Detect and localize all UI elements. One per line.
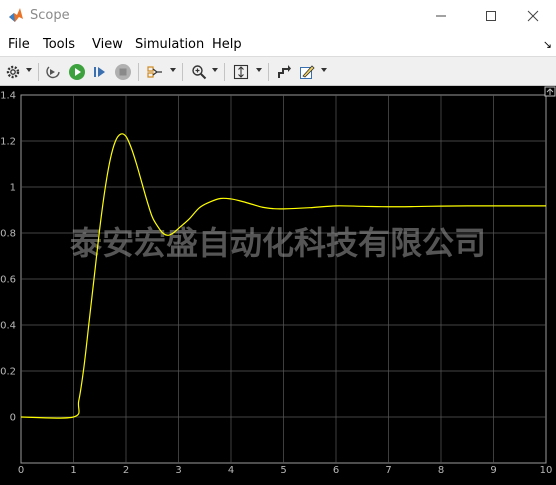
x-tick-label: 10 [540, 465, 553, 476]
toolbar-separator [182, 63, 183, 81]
minimize-button[interactable] [418, 0, 464, 32]
toolbar-separator [268, 63, 269, 81]
minimize-icon [436, 15, 446, 17]
settings-button[interactable] [4, 63, 22, 81]
highlight-block-button[interactable] [275, 63, 293, 81]
toolbar-separator [38, 63, 39, 81]
watermark-text: 泰安宏盛自动化科技有限公司 [70, 224, 486, 262]
step-back-button[interactable] [45, 63, 63, 81]
toolbar [0, 56, 556, 86]
run-icon [69, 64, 85, 80]
x-tick-label: 8 [438, 465, 444, 476]
style-dropdown-icon[interactable] [321, 68, 327, 72]
y-tick-label: 0.8 [0, 229, 16, 240]
step-back-icon [46, 66, 60, 79]
x-tick-label: 1 [70, 465, 76, 476]
x-tick-label: 2 [123, 465, 129, 476]
x-tick-labels: 0 1 2 3 4 5 6 7 8 9 10 [18, 465, 553, 476]
matlab-logo-icon [9, 8, 23, 22]
menu-simulation[interactable]: Simulation [135, 37, 204, 52]
x-tick-label: 9 [490, 465, 496, 476]
autoscale-dropdown-icon[interactable] [256, 68, 262, 72]
window-title: Scope [30, 8, 70, 23]
menu-tools[interactable]: Tools [43, 37, 75, 52]
zoom-icon [192, 65, 207, 80]
close-button[interactable] [510, 0, 556, 32]
signal-selector-button[interactable] [146, 63, 164, 81]
x-tick-label: 0 [18, 465, 24, 476]
x-tick-label: 5 [280, 465, 286, 476]
x-tick-label: 7 [385, 465, 391, 476]
autoscale-button[interactable] [232, 63, 250, 81]
scope-plot-area[interactable]: 0 0.2 0.4 0.6 0.8 1 1.2 1.4 0 1 2 3 4 5 6 7 8 9 10 泰安宏盛自动… [0, 86, 556, 481]
step-forward-icon [94, 67, 105, 77]
highlight-block-icon [278, 65, 291, 78]
close-icon [527, 10, 539, 22]
x-tick-label: 4 [228, 465, 234, 476]
zoom-dropdown-icon[interactable] [212, 68, 218, 72]
menu-view[interactable]: View [92, 37, 123, 52]
style-icon [300, 65, 315, 79]
axes-expand-button[interactable] [544, 86, 556, 97]
step-forward-button[interactable] [91, 63, 109, 81]
maximize-icon [486, 11, 496, 21]
autoscale-icon [233, 64, 249, 80]
y-tick-label: 0 [10, 413, 16, 424]
signal-selector-dropdown-icon[interactable] [170, 68, 176, 72]
run-button[interactable] [68, 63, 86, 81]
scope-chart[interactable]: 0 0.2 0.4 0.6 0.8 1 1.2 1.4 0 1 2 3 4 5 6 7 8 9 10 泰安宏盛自动… [0, 86, 556, 481]
settings-icon [6, 65, 20, 79]
menu-file[interactable]: File [8, 37, 30, 52]
zoom-button[interactable] [190, 63, 208, 81]
y-tick-label: 1.2 [0, 137, 16, 148]
maximize-button[interactable] [468, 0, 514, 32]
y-tick-label: 0.2 [0, 367, 16, 378]
stop-button[interactable] [114, 63, 132, 81]
dock-arrow-icon[interactable]: ↘ [543, 38, 552, 51]
stop-icon [115, 64, 131, 80]
signal-selector-icon [147, 66, 162, 78]
settings-dropdown-icon[interactable] [26, 68, 32, 72]
y-tick-label: 0.6 [0, 275, 16, 286]
y-tick-label: 0.4 [0, 321, 16, 332]
toolbar-separator [224, 63, 225, 81]
y-tick-label: 1.4 [0, 91, 16, 102]
menu-help[interactable]: Help [212, 37, 242, 52]
x-tick-label: 3 [175, 465, 181, 476]
toolbar-separator [138, 63, 139, 81]
title-bar: Scope [0, 0, 556, 32]
style-button[interactable] [298, 63, 316, 81]
y-tick-labels: 0 0.2 0.4 0.6 0.8 1 1.2 1.4 [0, 91, 16, 424]
x-tick-label: 6 [333, 465, 339, 476]
y-tick-label: 1 [10, 183, 16, 194]
menu-bar: File Tools View Simulation Help ↘ [0, 32, 556, 56]
